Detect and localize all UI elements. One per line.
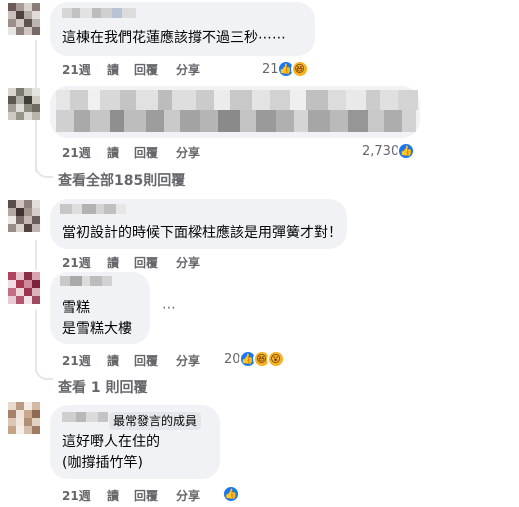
timestamp[interactable]: 21週 (62, 352, 107, 369)
thread-line (35, 240, 37, 270)
comment-text: (咖撐插竹竿) (62, 455, 143, 471)
share-button[interactable]: 分享 (176, 144, 200, 161)
avatar[interactable] (8, 88, 40, 120)
more-options-icon[interactable]: ⋯ (162, 300, 177, 316)
read-button[interactable]: 讀 (107, 352, 134, 369)
view-more-replies-link[interactable]: 查看 1 則回覆 (58, 377, 148, 397)
reply-button[interactable]: 回覆 (134, 254, 176, 271)
timestamp[interactable]: 21週 (62, 487, 107, 504)
reaction-summary[interactable]: 2,730 👍 (362, 142, 416, 160)
reply-button[interactable]: 回覆 (134, 352, 176, 369)
reaction-summary[interactable]: 20 👍 😆 😮 (224, 350, 285, 368)
avatar[interactable] (8, 272, 40, 304)
reply-button[interactable]: 回覆 (134, 487, 176, 504)
share-button[interactable]: 分享 (176, 254, 200, 271)
avatar[interactable] (8, 3, 40, 35)
share-button[interactable]: 分享 (176, 61, 200, 78)
read-button[interactable]: 讀 (107, 487, 134, 504)
thread-curve (35, 160, 53, 178)
share-button[interactable]: 分享 (176, 487, 200, 504)
reaction-summary[interactable]: 👍 (222, 485, 240, 503)
like-icon: 👍 (397, 142, 416, 160)
author-name[interactable] (60, 276, 112, 286)
comment-text: 這棟在我們花蓮應該撐不過三秒⋯⋯ (62, 30, 286, 46)
share-button[interactable]: 分享 (176, 352, 200, 369)
comment-text: 當初設計的時候下面樑柱應該是用彈簧才對！ (62, 225, 342, 241)
reaction-summary[interactable]: 21 👍 😆 (262, 60, 309, 78)
like-icon: 👍 (222, 485, 240, 503)
thread-curve (35, 362, 53, 380)
comment-actions: 21週 讀 回覆 分享 (62, 254, 200, 271)
comment-text: 這好嘢人在住的 (62, 434, 160, 450)
pixelated-comment-text (56, 90, 418, 110)
comment-text: 雪糕 (62, 300, 90, 316)
comment-actions: 21週 讀 回覆 分享 (62, 61, 200, 78)
view-more-replies-link[interactable]: 查看全部185則回覆 (58, 170, 185, 190)
comment-actions: 21週 讀 回覆 分享 (62, 352, 200, 369)
reaction-count: 2,730 (362, 143, 400, 159)
comment-actions: 21週 讀 回覆 分享 (62, 144, 200, 161)
top-contributor-badge: 最常發言的成員 (109, 412, 202, 430)
timestamp[interactable]: 21週 (62, 61, 107, 78)
comment-text: 是雪糕大樓 (62, 321, 132, 337)
laugh-icon: 😆 (290, 60, 309, 78)
reply-button[interactable]: 回覆 (134, 144, 176, 161)
author-name[interactable] (62, 412, 108, 422)
read-button[interactable]: 讀 (107, 61, 134, 78)
wow-icon: 😮 (266, 350, 285, 368)
author-name[interactable] (60, 204, 126, 214)
comment-actions: 21週 讀 回覆 分享 (62, 487, 200, 504)
pixelated-comment-text (56, 110, 418, 132)
timestamp[interactable]: 21週 (62, 144, 107, 161)
author-name[interactable] (62, 8, 136, 18)
reply-button[interactable]: 回覆 (134, 61, 176, 78)
avatar[interactable] (8, 200, 40, 232)
timestamp[interactable]: 21週 (62, 254, 107, 271)
read-button[interactable]: 讀 (107, 144, 134, 161)
read-button[interactable]: 讀 (107, 254, 134, 271)
avatar[interactable] (8, 402, 40, 434)
